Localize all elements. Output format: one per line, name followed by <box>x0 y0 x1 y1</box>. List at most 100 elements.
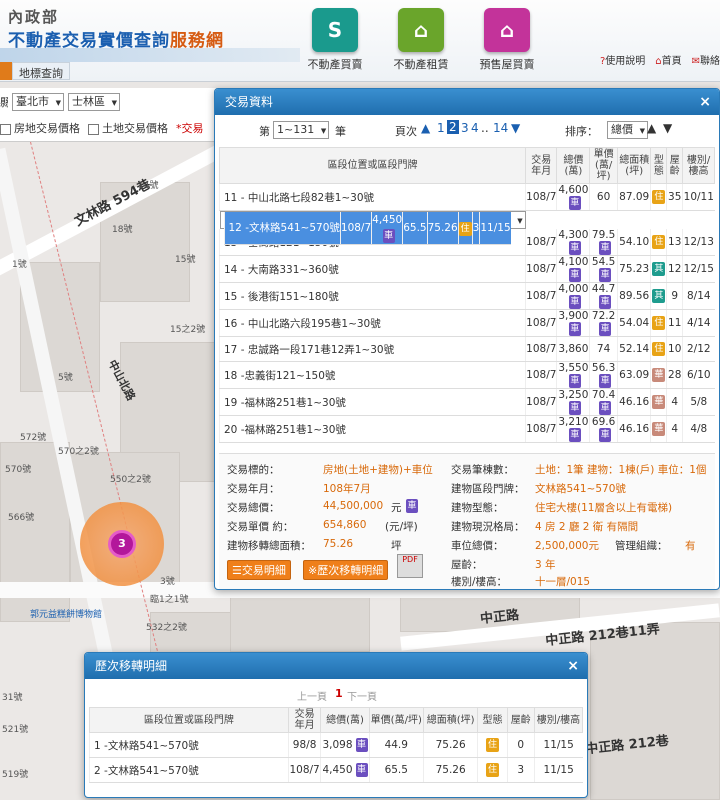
table-row[interactable]: 15 - 後港街151~180號 108/7 4,000車 44.7車 89.56 其 9 8… <box>218 282 715 310</box>
history-panel-titlebar[interactable]: 歷次移轉明細 × <box>85 653 587 679</box>
next-page-icon[interactable]: ▼ <box>511 121 520 135</box>
col-address[interactable]: 區段位置或區段門牌 <box>218 147 527 184</box>
col-total[interactable]: 總價(萬) <box>556 147 591 184</box>
house-number: 519號 <box>2 770 29 780</box>
poi-label[interactable]: 郭元益糕餅博物館 <box>30 607 102 620</box>
col-area[interactable]: 總面積(坪) <box>422 707 479 733</box>
land-price-option[interactable]: 土地交易價格 <box>88 120 168 136</box>
close-icon[interactable]: × <box>567 653 579 679</box>
row-total: 4,000車 <box>556 282 590 310</box>
sort-select[interactable]: 總價 <box>607 121 648 139</box>
row-total: 3,098 車 <box>320 732 370 758</box>
row-type: 住 <box>457 212 473 245</box>
house-number: 3號 <box>160 577 175 587</box>
home-link[interactable]: ⌂首頁 <box>655 52 681 67</box>
close-icon[interactable]: × <box>699 89 711 115</box>
page-link-1[interactable]: 1 <box>437 121 445 135</box>
filter-bar: 縣 臺北市 士林區 房地交易價格 土地交易價格 *交易 <box>0 88 216 142</box>
table-row[interactable]: 19 -福林路251巷1~30號 108/7 3,250車 70.4車 46.16 華 4 5… <box>218 388 715 416</box>
row-total-value: 4,000 <box>558 283 589 295</box>
tab-orange-marker[interactable] <box>0 62 12 80</box>
house-price-option[interactable]: 房地交易價格 <box>0 120 80 136</box>
row-type: 住 <box>650 309 667 337</box>
row-area: 75.26 <box>426 212 459 245</box>
row-address-text: - 中山北路七段82巷1~30號 <box>240 191 375 204</box>
tab-landmark-search[interactable]: 地標查詢 <box>12 62 70 80</box>
row-area: 75.26 <box>422 732 478 758</box>
trade-panel-titlebar[interactable]: 交易資料 × <box>215 89 719 115</box>
row-ym: 108/7 <box>525 388 557 416</box>
history-button[interactable]: ※歷次移轉明細 <box>303 560 389 580</box>
trade-option-label: *交易 <box>176 122 204 135</box>
nav-rent-button[interactable]: ⌂ 不動產租賃 <box>378 8 464 72</box>
table-row[interactable]: 12 -文林路541~570號 108/7 4,450 車 65.5 75.26 住 3 11/… <box>219 211 526 245</box>
row-ym: 108/7 <box>525 336 557 362</box>
detail-floor-value: 十一層/015 <box>535 576 591 588</box>
house-number: 臨1之1號 <box>150 595 189 605</box>
table-row[interactable]: 20 -福林路251巷1~30號 108/7 3,210車 69.6車 46.16 華 4 4… <box>218 415 715 443</box>
detail-mgmt-label: 管理組織： <box>615 540 668 552</box>
col-type[interactable]: 型態 <box>477 707 508 733</box>
page-link-current[interactable]: 2 <box>447 120 459 134</box>
history-prev-page[interactable]: 上一頁 <box>297 688 327 703</box>
table-row[interactable]: 14 - 大南路331~360號 108/7 4,100車 54.5車 75.23 其 12… <box>218 255 715 283</box>
district-select[interactable]: 士林區 <box>68 93 120 111</box>
nav-presale-button[interactable]: ⌂ 預售屋買賣 <box>464 8 550 72</box>
house-crane-icon: ⌂ <box>484 8 530 52</box>
history-next-page[interactable]: 下一頁 <box>347 688 377 703</box>
row-unit-value: 72.2 <box>591 310 616 322</box>
table-row[interactable]: 11 - 中山北路七段82巷1~30號 108/7 4,600車 60 87.09 住 35… <box>218 183 715 211</box>
history-current-page[interactable]: 1 <box>335 687 343 700</box>
detail-area-value: 75.26 <box>323 538 354 550</box>
col-total[interactable]: 總價(萬) <box>320 707 370 733</box>
sort-desc-icon[interactable]: ▼ <box>663 121 672 135</box>
table-row[interactable]: 16 - 中山北路六段195巷1~30號 108/7 3,900車 72.2車 54.0… <box>218 309 715 337</box>
col-floor[interactable]: 樓別/樓高 <box>682 147 715 184</box>
cluster-marker[interactable]: 3 <box>108 530 136 558</box>
row-area: 63.09 <box>616 361 651 389</box>
list-icon: ☰ <box>232 564 242 577</box>
table-row[interactable]: 17 - 忠誠路一段171巷12弄1~30號 108/7 3,860 74 52.14 住… <box>218 336 715 362</box>
car-icon: 車 <box>568 295 581 309</box>
help-link[interactable]: ?使用說明 <box>600 52 645 67</box>
page-link-last[interactable]: 14 <box>493 121 508 135</box>
house-number: 566號 <box>8 513 35 523</box>
table-row[interactable]: 18 -忠義街121~150號 108/7 3,550車 56.3車 63.09 華 28 6… <box>218 361 715 389</box>
land-price-checkbox[interactable] <box>88 123 99 135</box>
col-age[interactable]: 屋齡 <box>666 147 684 184</box>
house-price-checkbox[interactable] <box>0 123 11 135</box>
sort-asc-icon[interactable]: ▲ <box>647 121 656 135</box>
prev-page-icon[interactable]: ▲ <box>421 121 430 135</box>
table-row[interactable]: 1 -文林路541~570號 98/8 3,098 車 44.9 75.26 住 0 11/15 <box>89 732 583 758</box>
type-badge: 其 <box>652 262 666 276</box>
city-select[interactable]: 臺北市 <box>12 93 64 111</box>
col-area[interactable]: 總面積(坪) <box>616 147 652 184</box>
col-ym[interactable]: 交易年月 <box>287 707 322 733</box>
range-select[interactable]: 1~131 <box>273 121 330 139</box>
col-type[interactable]: 型態 <box>650 147 668 184</box>
nav-sales-button[interactable]: S 不動產買賣 <box>292 8 378 72</box>
col-age[interactable]: 屋齡 <box>506 707 535 733</box>
trade-detail-button[interactable]: ☰交易明細 <box>227 560 291 580</box>
nav-presale-label: 預售屋買賣 <box>479 58 535 71</box>
row-ym: 108/7 <box>339 212 372 245</box>
detail-door-label: 建物區段門牌： <box>451 483 525 495</box>
page-link-3[interactable]: 3 <box>461 121 469 135</box>
house-rent-icon: ⌂ <box>398 8 444 52</box>
col-unit[interactable]: 單價(萬/坪) <box>368 707 424 733</box>
contact-link[interactable]: ✉聯絡 <box>692 52 720 67</box>
col-ym[interactable]: 交易年月 <box>525 147 558 184</box>
row-floor: 11/15 <box>479 212 511 245</box>
table-row[interactable]: 2 -文林路541~570號 108/7 4,450 車 65.5 75.26 住 3 11/1… <box>89 757 583 783</box>
col-floor[interactable]: 樓別/樓高 <box>533 707 584 733</box>
car-icon: 車 <box>599 241 612 255</box>
col-unit[interactable]: 單價(萬/坪) <box>589 147 618 184</box>
type-badge: 華 <box>652 395 666 409</box>
car-icon: 車 <box>355 738 368 752</box>
row-area: 54.04 <box>616 309 651 337</box>
print-pdf-icon[interactable]: PDF <box>397 554 423 578</box>
page-link-4[interactable]: 4 <box>471 121 479 135</box>
col-address[interactable]: 區段位置或區段門牌 <box>89 707 289 733</box>
car-icon: 車 <box>599 322 612 336</box>
type-badge: 住 <box>652 342 666 356</box>
